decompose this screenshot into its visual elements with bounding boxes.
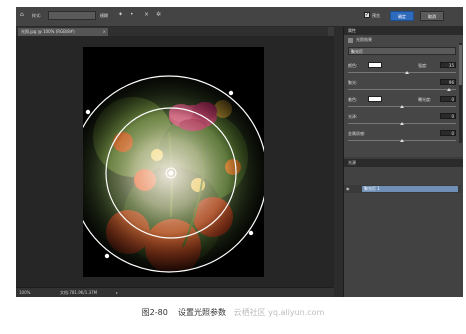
light-name: 聚光灯 1 <box>362 186 458 192</box>
gloss-slider-thumb[interactable] <box>400 122 404 125</box>
properties-scrollbar-thumb[interactable] <box>459 45 462 85</box>
light-center-dot[interactable] <box>168 170 174 176</box>
properties-panel-header[interactable]: 属性 <box>344 27 463 35</box>
light-handle-bottom-left[interactable] <box>104 253 110 259</box>
properties-panel: 属性 光照效果 聚光灯 颜色: 强度: 35 聚光: 96 着色: 曝光度: 0… <box>344 27 463 157</box>
preview-checkbox[interactable]: ✓ <box>364 12 370 18</box>
lights-panel-header[interactable]: 光源 <box>344 159 463 167</box>
status-arrow-icon[interactable]: ▸ <box>116 288 118 297</box>
colorize-swatch[interactable] <box>368 96 382 102</box>
cancel-button-label: 取消 <box>428 14 436 19</box>
hotspot-slider-thumb[interactable] <box>446 88 451 91</box>
properties-scrollbar[interactable] <box>459 43 462 143</box>
hotspot-slider[interactable] <box>348 89 456 90</box>
document-tab-bar: 光照.jpg @ 100% (RGB/8#) × <box>16 27 328 36</box>
document-tab-title: 光照.jpg @ 100% (RGB/8#) <box>21 29 75 34</box>
intensity-slider-thumb[interactable] <box>405 71 410 74</box>
exposure-field[interactable]: 0 <box>440 96 456 102</box>
light-handle-left[interactable] <box>85 109 91 115</box>
figure-title: 设置光照参数 <box>177 308 226 317</box>
intensity-label: 强度: <box>418 63 428 68</box>
hotspot-field[interactable]: 96 <box>440 79 456 85</box>
right-panels: 属性 光照效果 聚光灯 颜色: 强度: 35 聚光: 96 着色: 曝光度: 0… <box>334 27 463 297</box>
cancel-button[interactable]: 取消 <box>420 11 444 21</box>
style-select[interactable] <box>48 11 96 20</box>
status-bar: 100% 文档:781.9K/1.37M ▸ <box>16 287 334 297</box>
color-swatch[interactable] <box>368 62 382 68</box>
metallic-field[interactable]: 0 <box>440 130 456 136</box>
panel-icon-strip <box>334 27 344 297</box>
metallic-slider-thumb[interactable] <box>400 139 404 142</box>
watermark: 云栖社区 yq.aliyun.com <box>233 308 325 317</box>
lighting-preview[interactable] <box>83 47 264 277</box>
zoom-level[interactable]: 100% <box>19 288 30 297</box>
lights-panel: 光源 ◉ 聚光灯 1 <box>344 159 463 297</box>
blur-label: 模糊 <box>100 13 108 18</box>
colorize-label: 着色: <box>348 97 358 102</box>
style-label: 样式: <box>32 13 42 18</box>
metallic-row: 金属质感: 0 <box>348 130 456 153</box>
reset-icon[interactable]: • <box>130 11 134 19</box>
ok-button-label: 确定 <box>398 14 406 19</box>
light-handle-top-right[interactable] <box>228 90 234 96</box>
ok-button[interactable]: 确定 <box>390 11 414 21</box>
light-list-item[interactable]: ◉ 聚光灯 1 <box>344 185 461 193</box>
close-icon[interactable]: × <box>144 11 149 19</box>
exposure-label: 曝光度: <box>418 97 432 102</box>
figure-caption: 图2-80 设置光照参数 云栖社区 yq.aliyun.com <box>0 307 466 318</box>
light-type-dropdown[interactable]: 聚光灯 <box>348 47 456 55</box>
preview-label: 预览 <box>372 13 380 18</box>
properties-title: 光照效果 <box>356 37 372 42</box>
intensity-field[interactable]: 35 <box>440 62 456 68</box>
options-bar: ⌂ 样式: 模糊 ✦ • × ✲ ✓ 预览 确定 取消 <box>16 7 463 27</box>
tab-close-icon[interactable]: × <box>103 28 106 36</box>
image-canvas[interactable] <box>83 47 264 277</box>
exposure-slider-thumb[interactable] <box>400 105 404 108</box>
visibility-eye-icon[interactable]: ◉ <box>346 186 350 191</box>
gloss-field[interactable]: 0 <box>440 113 456 119</box>
light-type-value: 聚光灯 <box>351 49 363 54</box>
photoshop-window: ⌂ 样式: 模糊 ✦ • × ✲ ✓ 预览 确定 取消 光照.jpg @ 100… <box>16 7 463 297</box>
document-size: 文档:781.9K/1.37M <box>60 290 98 295</box>
light-effect-icon <box>348 38 353 43</box>
settings-icon[interactable]: ✲ <box>156 11 161 19</box>
gloss-label: 光泽: <box>348 114 358 119</box>
canvas-area[interactable] <box>16 36 334 287</box>
document-tab[interactable]: 光照.jpg @ 100% (RGB/8#) × <box>18 28 108 36</box>
intensity-slider[interactable] <box>348 72 456 73</box>
hotspot-label: 聚光: <box>348 80 358 85</box>
color-label: 颜色: <box>348 63 358 68</box>
home-icon[interactable]: ⌂ <box>20 11 24 19</box>
figure-number: 图2-80 <box>141 308 168 317</box>
light-handle-right[interactable] <box>248 230 254 236</box>
light-icon[interactable]: ✦ <box>118 11 123 19</box>
metallic-label: 金属质感: <box>348 131 366 136</box>
